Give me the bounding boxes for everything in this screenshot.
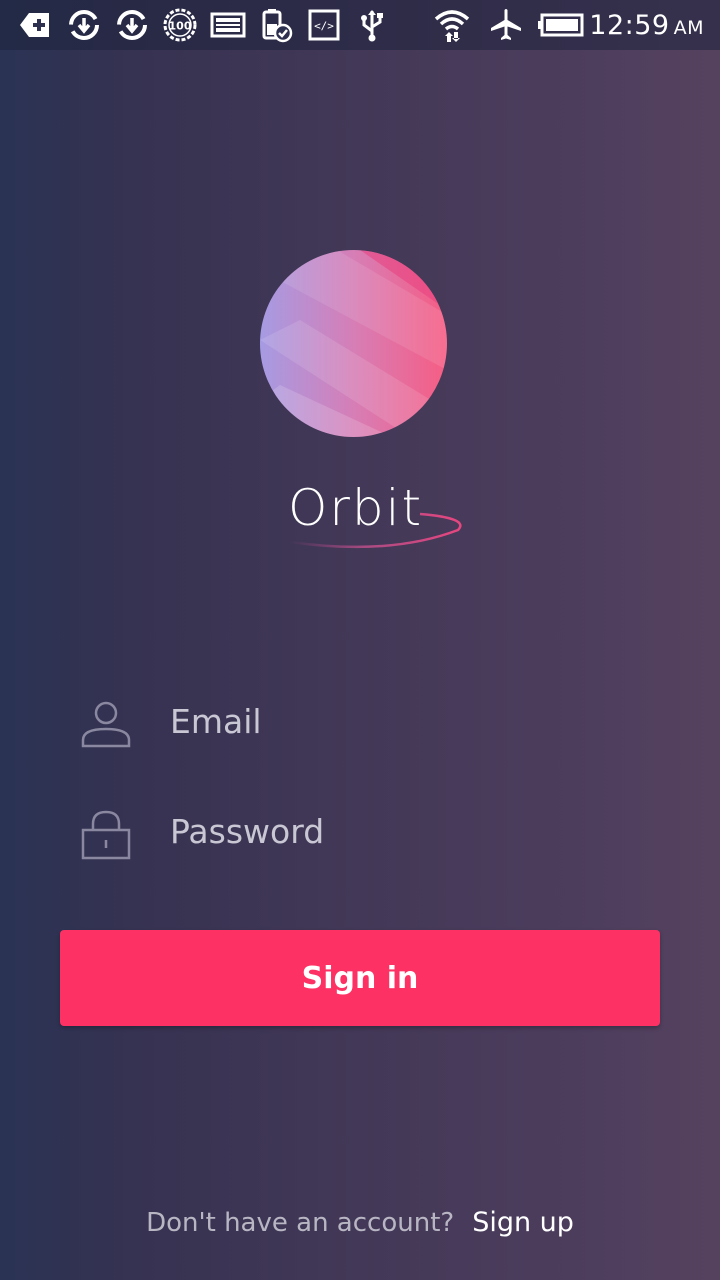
brand-name: Orbit <box>288 479 424 537</box>
wifi-icon <box>434 7 470 43</box>
sign-up-link[interactable]: Sign up <box>472 1207 574 1238</box>
status-time: 12:59 AM <box>589 6 704 46</box>
status-time-value: 12:59 <box>589 10 670 41</box>
password-field[interactable] <box>78 796 638 866</box>
airplane-icon <box>488 7 524 43</box>
password-input[interactable] <box>170 796 630 866</box>
email-field[interactable] <box>78 686 638 756</box>
status-time-ampm: AM <box>673 17 704 39</box>
signup-prompt: Don't have an account? <box>146 1208 455 1238</box>
svg-text:</>: </> <box>314 20 334 33</box>
add-notification-icon <box>16 7 52 43</box>
battery-icon <box>538 7 586 43</box>
signup-footer: Don't have an account? Sign up <box>0 1200 720 1246</box>
sign-in-button[interactable]: Sign in <box>60 930 660 1026</box>
lock-icon <box>78 806 134 862</box>
battery-100-icon: 100 <box>162 7 198 43</box>
image-icon <box>210 7 246 43</box>
sync-icon <box>66 7 102 43</box>
planet-logo-icon <box>260 250 447 437</box>
developer-code-icon: </> <box>306 7 342 43</box>
status-bar: 100 </> 12:59 AM <box>0 0 720 50</box>
email-input[interactable] <box>170 686 630 756</box>
brand-logo: Orbit <box>270 476 470 556</box>
user-icon <box>78 696 134 752</box>
battery-check-icon <box>258 7 294 43</box>
svg-text:100: 100 <box>169 20 192 33</box>
usb-icon <box>354 7 390 43</box>
sync-icon <box>114 7 150 43</box>
